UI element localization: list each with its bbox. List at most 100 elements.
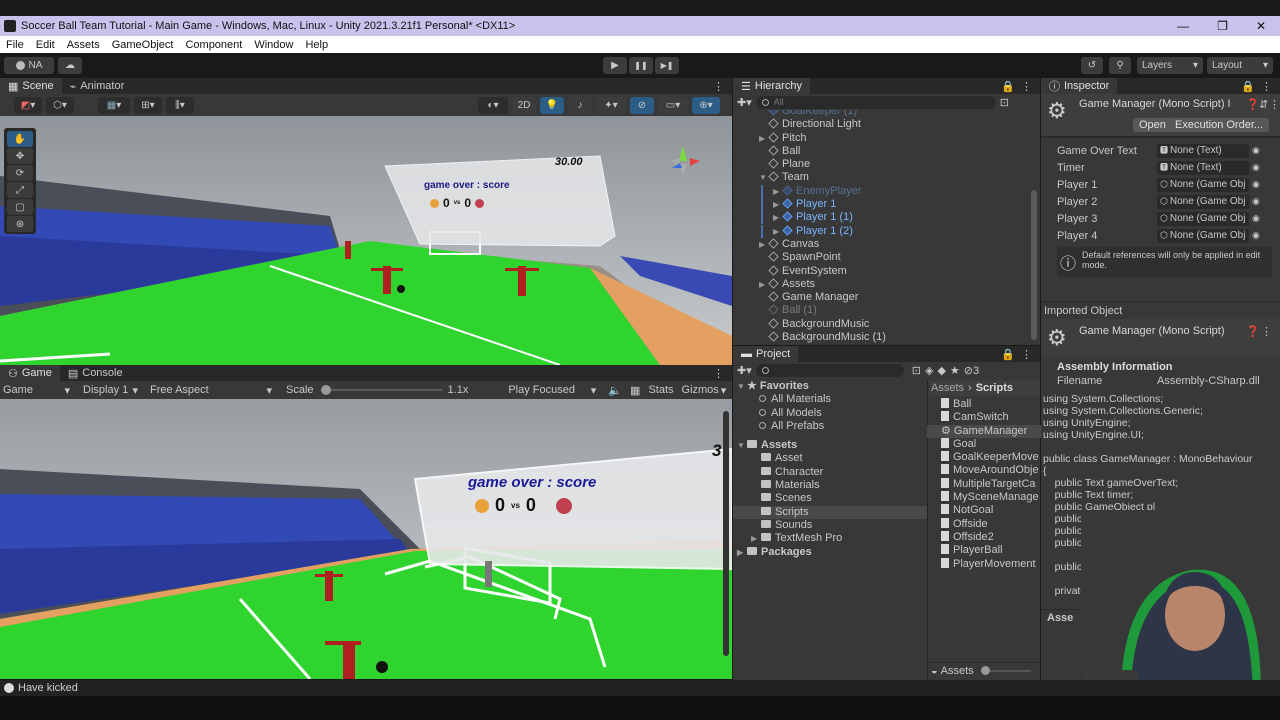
menu-component[interactable]: Component (185, 39, 242, 51)
panel-menu-icon[interactable]: ⋮ (1261, 80, 1272, 93)
help-icon[interactable]: ❓ (1246, 325, 1260, 338)
favorites-header[interactable]: ▼ ★ Favorites (733, 380, 927, 393)
play-focused-dropdown[interactable]: Play Focused ▾ (508, 384, 596, 397)
hierarchy-item[interactable]: ▶ Player 1 (1) (733, 211, 1029, 225)
object-field[interactable]: ⬡ None (Game Obj (1157, 211, 1249, 226)
settings-icon[interactable]: ⇵ (1259, 98, 1268, 111)
lighting-toggle[interactable]: 💡 (540, 96, 564, 114)
folder-item[interactable]: Scripts (733, 505, 927, 519)
dropdown-arrow-icon[interactable]: ▾ (721, 384, 727, 397)
tab-project[interactable]: ▬ Project (733, 346, 799, 362)
hierarchy-item[interactable]: ▶ Canvas (733, 238, 1029, 251)
step-button[interactable]: ▶❚ (655, 57, 679, 74)
favorite-item[interactable]: All Materials (733, 393, 927, 406)
menu-edit[interactable]: Edit (36, 39, 55, 51)
hidden-packages-icon[interactable]: ⊘3 (964, 364, 979, 377)
project-search-input[interactable] (755, 363, 904, 377)
folder-item[interactable]: Scenes (733, 492, 927, 505)
hierarchy-item[interactable]: ▶ EnemyPlayer (733, 184, 1029, 198)
search-button[interactable]: ⚲ (1109, 57, 1131, 74)
tab-game[interactable]: ⚇ Game (0, 365, 60, 381)
icon-size-slider[interactable] (980, 665, 1031, 675)
script-file-item[interactable]: MySceneManage (941, 491, 1041, 504)
hierarchy-item[interactable]: Ball (1) (733, 304, 1029, 317)
favorite-star-icon[interactable]: ★ (950, 364, 960, 377)
scale-slider-thumb[interactable] (320, 385, 331, 395)
object-field[interactable]: ⬡ None (Game Obj (1157, 177, 1249, 192)
game-view-scrollbar[interactable] (723, 411, 729, 656)
script-file-item[interactable]: MoveAroundObje (941, 464, 1041, 477)
script-file-item[interactable]: PlayerMovement (941, 557, 1041, 571)
folder-item[interactable]: ▶ TextMesh Pro (733, 532, 927, 545)
tab-scene[interactable]: ▦ Scene (0, 78, 62, 94)
expand-arrow-icon[interactable]: ▶ (759, 132, 769, 145)
scene-view[interactable]: 30.00 game over : score 0 vs 0 ✋ ✥ ⟳ ⤢ ▢ ⊛ (0, 116, 732, 365)
expand-arrow-icon[interactable]: ▶ (773, 198, 783, 211)
lock-icon[interactable]: 🔒 (1001, 348, 1015, 361)
menu-help[interactable]: Help (305, 39, 328, 51)
hierarchy-item[interactable]: BackgroundMusic (1) (733, 331, 1029, 344)
open-button[interactable]: Open (1133, 118, 1172, 132)
transform-tool-button[interactable]: ⊛ (7, 216, 33, 232)
breadcrumb-assets[interactable]: Assets (931, 382, 964, 394)
shading-mode-button[interactable]: ◐ ▾ (478, 96, 508, 114)
mute-audio-icon[interactable]: 🔈 (608, 384, 622, 397)
effects-toggle[interactable]: ✦ ▾ (596, 96, 626, 114)
game-mode-dropdown[interactable]: Game ▾ (0, 384, 74, 397)
align-button[interactable]: ⫼ ▾ (166, 96, 194, 114)
script-file-item[interactable]: NotGoal (941, 504, 1041, 517)
gizmos-button[interactable]: ⊕ ▾ (692, 96, 720, 114)
object-picker-icon[interactable]: ◉ (1252, 196, 1260, 207)
expand-arrow-icon[interactable]: ▶ (759, 238, 769, 251)
hierarchy-item[interactable]: ▶ Assets (733, 278, 1029, 291)
hierarchy-item[interactable]: Plane (733, 158, 1029, 171)
hierarchy-search-input[interactable]: All (755, 95, 996, 109)
hierarchy-item[interactable]: EventSystem (733, 265, 1029, 278)
expand-arrow-icon[interactable]: ▶ (773, 211, 783, 224)
icon-size-slider-thumb[interactable] (980, 665, 990, 675)
visibility-toggle[interactable]: ⊘ (630, 96, 654, 114)
gizmos-button[interactable]: Gizmos (682, 384, 719, 396)
scale-slider[interactable] (320, 385, 442, 395)
account-dropdown[interactable]: NA (4, 57, 54, 74)
menu-gameobject[interactable]: GameObject (112, 39, 174, 51)
hierarchy-scrollbar[interactable] (1030, 110, 1038, 342)
mode-2d-button[interactable]: 2D (512, 96, 536, 114)
menu-window[interactable]: Window (254, 39, 293, 51)
close-button[interactable]: ✕ (1256, 19, 1266, 33)
menu-file[interactable]: File (6, 39, 24, 51)
script-file-item[interactable]: ⚙ GameManager (927, 424, 1041, 438)
audio-toggle[interactable]: ♪ (568, 96, 592, 114)
object-field[interactable]: ⬡ None (Game Obj (1157, 228, 1249, 243)
camera-button[interactable]: ▭ ▾ (658, 96, 688, 114)
create-asset-button[interactable]: ✚▾ (737, 364, 752, 377)
script-file-item[interactable]: GoalKeeperMove (941, 451, 1041, 464)
hierarchy-item[interactable]: SpawnPoint (733, 251, 1029, 264)
expand-arrow-icon[interactable]: ▶ (773, 225, 783, 238)
tab-console[interactable]: ▤ Console (60, 365, 131, 381)
tab-hierarchy[interactable]: ☰ Hierarchy (733, 78, 810, 94)
script-file-item[interactable]: MultipleTargetCa (941, 477, 1041, 491)
history-button[interactable]: ↺ (1081, 57, 1103, 74)
assets-header[interactable]: ▼ Assets (733, 439, 927, 452)
folder-item[interactable]: Asset (733, 452, 927, 465)
hierarchy-item[interactable]: ▶ Player 1 (733, 198, 1029, 212)
hierarchy-item[interactable]: Ball (733, 145, 1029, 158)
object-picker-icon[interactable]: ◉ (1252, 145, 1260, 156)
status-message[interactable]: Have kicked (18, 682, 78, 694)
object-field[interactable]: 🆃 None (Text) (1157, 160, 1249, 175)
expand-arrow-icon[interactable]: ▶ (773, 185, 783, 198)
hierarchy-item[interactable]: Directional Light (733, 118, 1029, 131)
rotate-tool-button[interactable]: ⟳ (7, 165, 33, 181)
execution-order-button[interactable]: Execution Order... (1169, 118, 1270, 132)
move-tool-button[interactable]: ✥ (7, 148, 33, 164)
hierarchy-item[interactable]: BackgroundMusic (733, 318, 1029, 331)
render-mode-button[interactable]: ⬡ ▾ (46, 96, 74, 114)
folder-item[interactable]: Character (733, 466, 927, 479)
pause-button[interactable]: ❚❚ (629, 57, 653, 74)
favorite-item[interactable]: All Prefabs (733, 420, 927, 433)
stats-toggle-icon[interactable]: ▦ (630, 384, 640, 397)
panel-menu-icon[interactable]: ⋮ (713, 367, 724, 380)
folder-item[interactable]: Materials (733, 479, 927, 492)
script-file-item[interactable]: Ball (941, 398, 1041, 411)
